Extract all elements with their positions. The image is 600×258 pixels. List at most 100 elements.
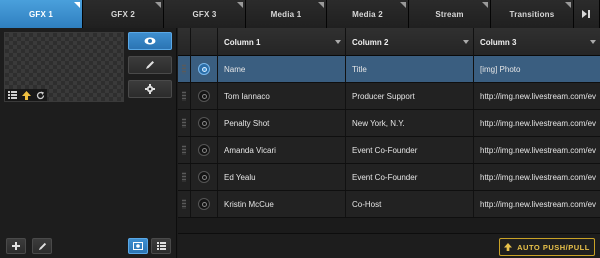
table-cell-column-3[interactable]: [img] Photo	[474, 56, 600, 82]
tab-label: Media 1	[270, 9, 302, 19]
data-table: Column 1 Column 2 Column 3 Name Title [img…	[178, 28, 600, 233]
tab-gfx-3[interactable]: GFX 3	[164, 0, 246, 28]
tab-overflow-button[interactable]	[574, 0, 600, 28]
image-view-button[interactable]	[128, 238, 148, 254]
tab-corner-icon	[237, 2, 243, 8]
row-radio-button[interactable]	[198, 117, 210, 129]
grip-dots	[182, 91, 186, 101]
arrow-up-icon[interactable]	[21, 90, 31, 100]
table-footer: AUTO PUSH/PULL	[178, 233, 600, 258]
table-row[interactable]: Name Title [img] Photo	[178, 56, 600, 83]
table-cell-column-1[interactable]: Amanda Vicari	[218, 137, 346, 163]
tab-transitions[interactable]: Transitions	[491, 0, 574, 28]
column-header-1[interactable]: Column 1	[218, 28, 346, 56]
table-cell-column-2[interactable]: Event Co-Founder	[346, 164, 474, 190]
table-cell-column-3[interactable]: http://img.new.livestream.com/ev	[474, 137, 600, 163]
radio-inner	[201, 174, 207, 180]
table-cell-column-3[interactable]: http://img.new.livestream.com/ev	[474, 110, 600, 136]
header-handle-spacer	[178, 28, 191, 56]
chevron-down-icon[interactable]	[335, 40, 341, 44]
table-row[interactable]: Kristin McCue Co-Host http://img.new.lives…	[178, 191, 600, 218]
tab-label: Transitions	[509, 9, 555, 19]
table-row[interactable]: Penalty Shot New York, N.Y. http://img.new…	[178, 110, 600, 137]
row-radio-button[interactable]	[198, 90, 210, 102]
table-cell-column-1[interactable]: Ed Yealu	[218, 164, 346, 190]
radio-inner	[201, 66, 207, 72]
column-header-label: Column 1	[224, 37, 261, 47]
tab-label: Stream	[435, 9, 464, 19]
table-cell-column-2[interactable]: Event Co-Founder	[346, 137, 474, 163]
graphics-panel-footer	[0, 233, 177, 258]
tab-corner-icon	[400, 2, 406, 8]
pencil-icon	[38, 242, 46, 250]
table-cell-column-3[interactable]: http://img.new.livestream.com/ev	[474, 83, 600, 109]
preview-toggle-button[interactable]	[128, 32, 172, 50]
table-cell-column-1[interactable]: Tom Iannaco	[218, 83, 346, 109]
tab-gfx-2[interactable]: GFX 2	[83, 0, 164, 28]
tab-gfx-1[interactable]: GFX 1	[0, 0, 83, 28]
auto-push-pull-button[interactable]: AUTO PUSH/PULL	[499, 238, 595, 256]
tab-label: GFX 2	[110, 9, 136, 19]
chevron-down-icon[interactable]	[590, 40, 596, 44]
table-cell-column-2[interactable]: Producer Support	[346, 83, 474, 109]
table-row[interactable]: Amanda Vicari Event Co-Founder http://img.…	[178, 137, 600, 164]
add-graphic-button[interactable]	[6, 238, 26, 254]
tab-label: GFX 3	[192, 9, 217, 19]
list-view-icon	[156, 242, 166, 250]
tab-label: Media 2	[352, 9, 383, 19]
graphic-preview	[4, 32, 124, 102]
radio-inner	[201, 201, 207, 207]
grip-dots	[182, 118, 186, 128]
column-header-3[interactable]: Column 3	[474, 28, 600, 56]
list-view-button[interactable]	[151, 238, 171, 254]
table-row[interactable]: Tom Iannaco Producer Support http://img.ne…	[178, 83, 600, 110]
drag-handle-icon[interactable]	[178, 191, 191, 217]
grip-dots	[182, 199, 186, 209]
header-radio-spacer	[191, 28, 218, 56]
table-header: Column 1 Column 2 Column 3	[178, 28, 600, 56]
row-radio-button[interactable]	[198, 198, 210, 210]
refresh-icon[interactable]	[35, 90, 45, 100]
auto-push-pull-label: AUTO PUSH/PULL	[517, 242, 590, 252]
tab-corner-icon	[565, 2, 571, 8]
tab-media-2[interactable]: Media 2	[327, 0, 409, 28]
radio-inner	[201, 93, 207, 99]
pencil-icon	[146, 61, 154, 69]
table-row[interactable]: Ed Yealu Event Co-Founder http://img.new.l…	[178, 164, 600, 191]
row-radio-button[interactable]	[198, 171, 210, 183]
chevron-down-icon[interactable]	[463, 40, 469, 44]
drag-handle-icon[interactable]	[178, 56, 191, 82]
tab-media-1[interactable]: Media 1	[246, 0, 327, 28]
row-select-cell	[191, 56, 218, 82]
drag-handle-icon[interactable]	[178, 137, 191, 163]
tab-label: GFX 1	[28, 9, 54, 19]
list-icon[interactable]	[7, 90, 17, 100]
row-select-cell	[191, 110, 218, 136]
tab-corner-icon	[74, 2, 80, 8]
column-header-2[interactable]: Column 2	[346, 28, 474, 56]
row-radio-button[interactable]	[198, 63, 210, 75]
edit-graphic-button[interactable]	[128, 56, 172, 74]
edit-button[interactable]	[32, 238, 52, 254]
table-cell-column-1[interactable]: Penalty Shot	[218, 110, 346, 136]
drag-handle-icon[interactable]	[178, 83, 191, 109]
drag-handle-icon[interactable]	[178, 110, 191, 136]
row-radio-button[interactable]	[198, 144, 210, 156]
grip-dots	[182, 64, 186, 74]
table-cell-column-1[interactable]: Kristin McCue	[218, 191, 346, 217]
graphic-settings-button[interactable]	[128, 80, 172, 98]
arrow-up-icon	[504, 243, 513, 251]
row-select-cell	[191, 137, 218, 163]
eye-icon	[144, 37, 156, 45]
table-cell-column-3[interactable]: http://img.new.livestream.com/ev	[474, 164, 600, 190]
grip-dots	[182, 145, 186, 155]
row-select-cell	[191, 83, 218, 109]
table-cell-column-3[interactable]: http://img.new.livestream.com/ev	[474, 191, 600, 217]
table-cell-column-1[interactable]: Name	[218, 56, 346, 82]
table-cell-column-2[interactable]: New York, N.Y.	[346, 110, 474, 136]
drag-handle-icon[interactable]	[178, 164, 191, 190]
tab-stream[interactable]: Stream	[409, 0, 491, 28]
table-cell-column-2[interactable]: Co-Host	[346, 191, 474, 217]
row-select-cell	[191, 191, 218, 217]
table-cell-column-2[interactable]: Title	[346, 56, 474, 82]
